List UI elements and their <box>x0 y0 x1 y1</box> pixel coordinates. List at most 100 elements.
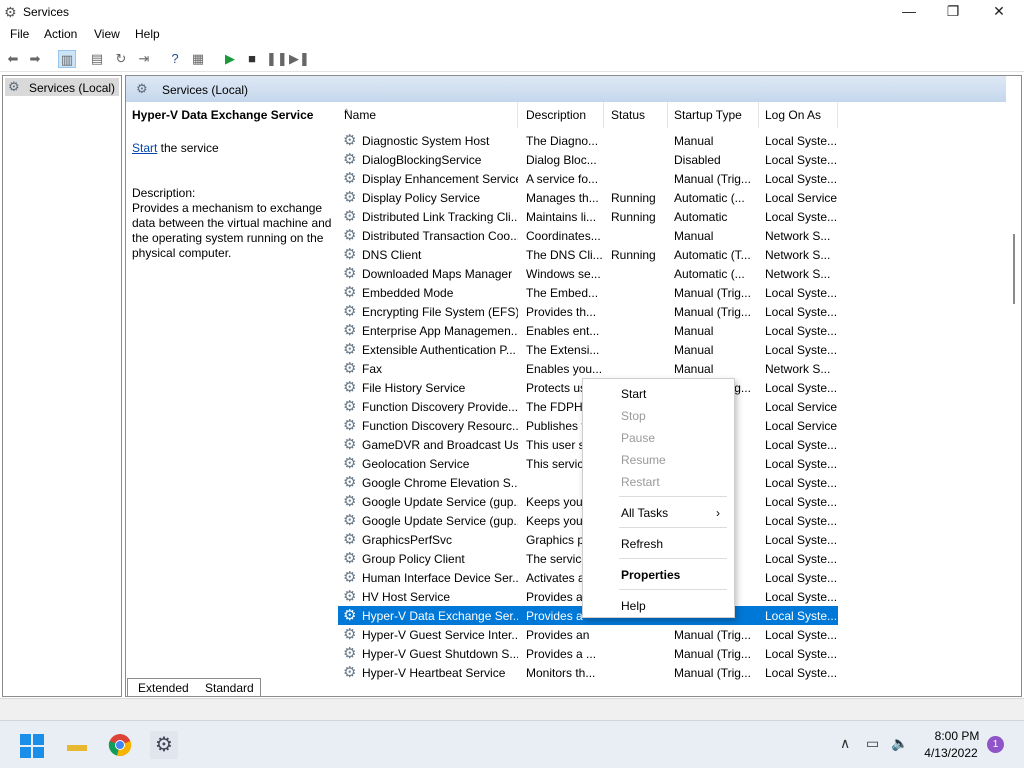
service-startup-type: Manual <box>674 229 714 243</box>
table-row[interactable]: ⚙ Embedded Mode The Embed... Manual (Trig..… <box>338 283 838 302</box>
table-row[interactable]: ⚙ Distributed Link Tracking Cli... Maintai… <box>338 207 838 226</box>
scrollbar-thumb[interactable] <box>1013 234 1015 304</box>
menu-separator <box>619 589 727 590</box>
column-header-status[interactable]: Status <box>605 102 668 128</box>
service-name: DialogBlockingService <box>362 153 482 167</box>
minimize-button[interactable]: — <box>886 0 932 24</box>
tab-extended[interactable]: Extended <box>127 678 196 697</box>
service-name: Hyper-V Data Exchange Ser... <box>362 609 518 623</box>
service-description: Manages th... <box>526 191 599 205</box>
back-icon[interactable]: ⬅ <box>4 50 22 68</box>
volume-icon[interactable]: 🔈 <box>891 735 908 752</box>
service-gear-icon: ⚙ <box>343 303 357 320</box>
tab-standard[interactable]: Standard <box>195 678 261 697</box>
menu-view[interactable]: View <box>94 27 120 41</box>
menu-file[interactable]: File <box>10 27 29 41</box>
chevron-up-icon[interactable]: ∧ <box>840 735 850 752</box>
service-description: Windows se... <box>526 267 601 281</box>
service-name: Fax <box>362 362 383 376</box>
stop-service-icon[interactable]: ■ <box>243 50 261 68</box>
pause-service-icon[interactable]: ❚❚ <box>266 50 288 68</box>
menu-item-all-tasks[interactable]: All Tasks <box>621 506 668 520</box>
service-log-on-as: Network S... <box>765 229 831 243</box>
service-startup-type: Manual <box>674 343 714 357</box>
show-action-pane-icon[interactable]: ▦ <box>189 50 207 68</box>
service-log-on-as: Local Syste... <box>765 343 837 357</box>
clock-date[interactable]: 4/13/2022 <box>922 746 980 760</box>
start-service-icon[interactable]: ▶ <box>221 50 239 68</box>
table-row[interactable]: ⚙ Display Policy Service Manages th... Runn… <box>338 188 838 207</box>
table-row[interactable]: ⚙ Enterprise App Managemen... Enables ent.… <box>338 321 838 340</box>
service-startup-type: Manual (Trig... <box>674 172 751 186</box>
service-status: Running <box>611 248 656 262</box>
menu-item-properties[interactable]: Properties <box>621 568 680 582</box>
forward-icon[interactable]: ➡ <box>26 50 44 68</box>
service-log-on-as: Network S... <box>765 267 831 281</box>
service-name: Encrypting File System (EFS) <box>362 305 518 319</box>
table-row[interactable]: ⚙ Hyper-V Guest Shutdown S... Provides a .… <box>338 644 838 663</box>
service-startup-type: Manual (Trig... <box>674 666 751 680</box>
menu-item-restart: Restart <box>621 475 660 489</box>
properties-icon[interactable]: ▤ <box>88 50 106 68</box>
table-row[interactable]: ⚙ Display Enhancement Service A service fo… <box>338 169 838 188</box>
table-row[interactable]: ⚙ Extensible Authentication P... The Exten… <box>338 340 838 359</box>
export-list-icon[interactable]: ⇥ <box>135 50 153 68</box>
menu-action[interactable]: Action <box>44 27 77 41</box>
services-icon[interactable]: ⚙ <box>150 731 178 759</box>
start-service-link[interactable]: Start <box>132 141 157 155</box>
vertical-scrollbar[interactable] <box>1006 76 1021 678</box>
service-name: GraphicsPerfSvc <box>362 533 453 547</box>
menu-item-start[interactable]: Start <box>621 387 646 401</box>
table-row[interactable]: ⚙ Encrypting File System (EFS) Provides th… <box>338 302 838 321</box>
service-log-on-as: Local Syste... <box>765 210 837 224</box>
file-explorer-icon[interactable]: ▬ <box>63 731 91 759</box>
service-name: Function Discovery Resourc... <box>362 419 518 433</box>
menu-help[interactable]: Help <box>135 27 160 41</box>
close-button[interactable]: ✕ <box>976 0 1022 24</box>
menu-item-help[interactable]: Help <box>621 599 646 613</box>
service-startup-type: Automatic (... <box>674 191 745 205</box>
refresh-icon[interactable]: ↻ <box>112 50 130 68</box>
network-icon[interactable]: ▭ <box>866 735 879 752</box>
service-gear-icon: ⚙ <box>343 170 357 187</box>
description-text: Provides a mechanism to exchange data be… <box>132 201 332 260</box>
status-bar <box>0 698 1024 720</box>
notification-badge[interactable]: 1 <box>987 736 1004 753</box>
service-gear-icon: ⚙ <box>343 398 357 415</box>
table-row[interactable]: ⚙ Diagnostic System Host The Diagno... Manu… <box>338 131 838 150</box>
service-gear-icon: ⚙ <box>343 569 357 586</box>
column-header-description[interactable]: Description <box>520 102 604 128</box>
view-tabs: Extended Standard <box>125 678 425 698</box>
service-status: Running <box>611 210 656 224</box>
table-row[interactable]: ⚙ Downloaded Maps Manager Windows se... Aut… <box>338 264 838 283</box>
services-icon: ⚙ <box>8 79 20 94</box>
service-description: The Embed... <box>526 286 599 300</box>
service-startup-type: Manual (Trig... <box>674 286 751 300</box>
column-label: Description <box>526 108 587 122</box>
table-row[interactable]: ⚙ DNS Client The DNS Cli... Running Automati… <box>338 245 838 264</box>
show-hide-console-tree-icon[interactable]: ▥ <box>58 50 76 68</box>
service-log-on-as: Local Syste... <box>765 609 837 623</box>
service-gear-icon: ⚙ <box>343 227 357 244</box>
service-name: Extensible Authentication P... <box>362 343 516 357</box>
table-row[interactable]: ⚙ Distributed Transaction Coo... Coordinat… <box>338 226 838 245</box>
help-icon[interactable]: ? <box>166 50 184 68</box>
menu-item-pause: Pause <box>621 431 656 445</box>
chrome-icon[interactable] <box>106 731 134 759</box>
column-header-startup-type[interactable]: Startup Type <box>668 102 759 128</box>
start-icon[interactable] <box>20 734 44 758</box>
menu-item-refresh[interactable]: Refresh <box>621 537 663 551</box>
column-header-name[interactable]: ^ Name <box>338 102 518 128</box>
service-log-on-as: Local Syste... <box>765 476 837 490</box>
tree-item-services-local[interactable]: ⚙ Services (Local) <box>5 78 119 96</box>
service-gear-icon: ⚙ <box>343 151 357 168</box>
table-row[interactable]: ⚙ Hyper-V Guest Service Inter... Provides … <box>338 625 838 644</box>
clock-time[interactable]: 8:00 PM <box>930 729 984 743</box>
resume-service-icon[interactable]: ▶❚ <box>289 50 310 68</box>
maximize-button[interactable]: ❐ <box>930 0 976 24</box>
table-row[interactable]: ⚙ DialogBlockingService Dialog Bloc... Disa… <box>338 150 838 169</box>
service-log-on-as: Local Syste... <box>765 305 837 319</box>
table-row[interactable]: ⚙ Fax Enables you... Manual Network S... <box>338 359 838 378</box>
service-gear-icon: ⚙ <box>343 360 357 377</box>
column-header-log-on-as[interactable]: Log On As <box>759 102 838 128</box>
